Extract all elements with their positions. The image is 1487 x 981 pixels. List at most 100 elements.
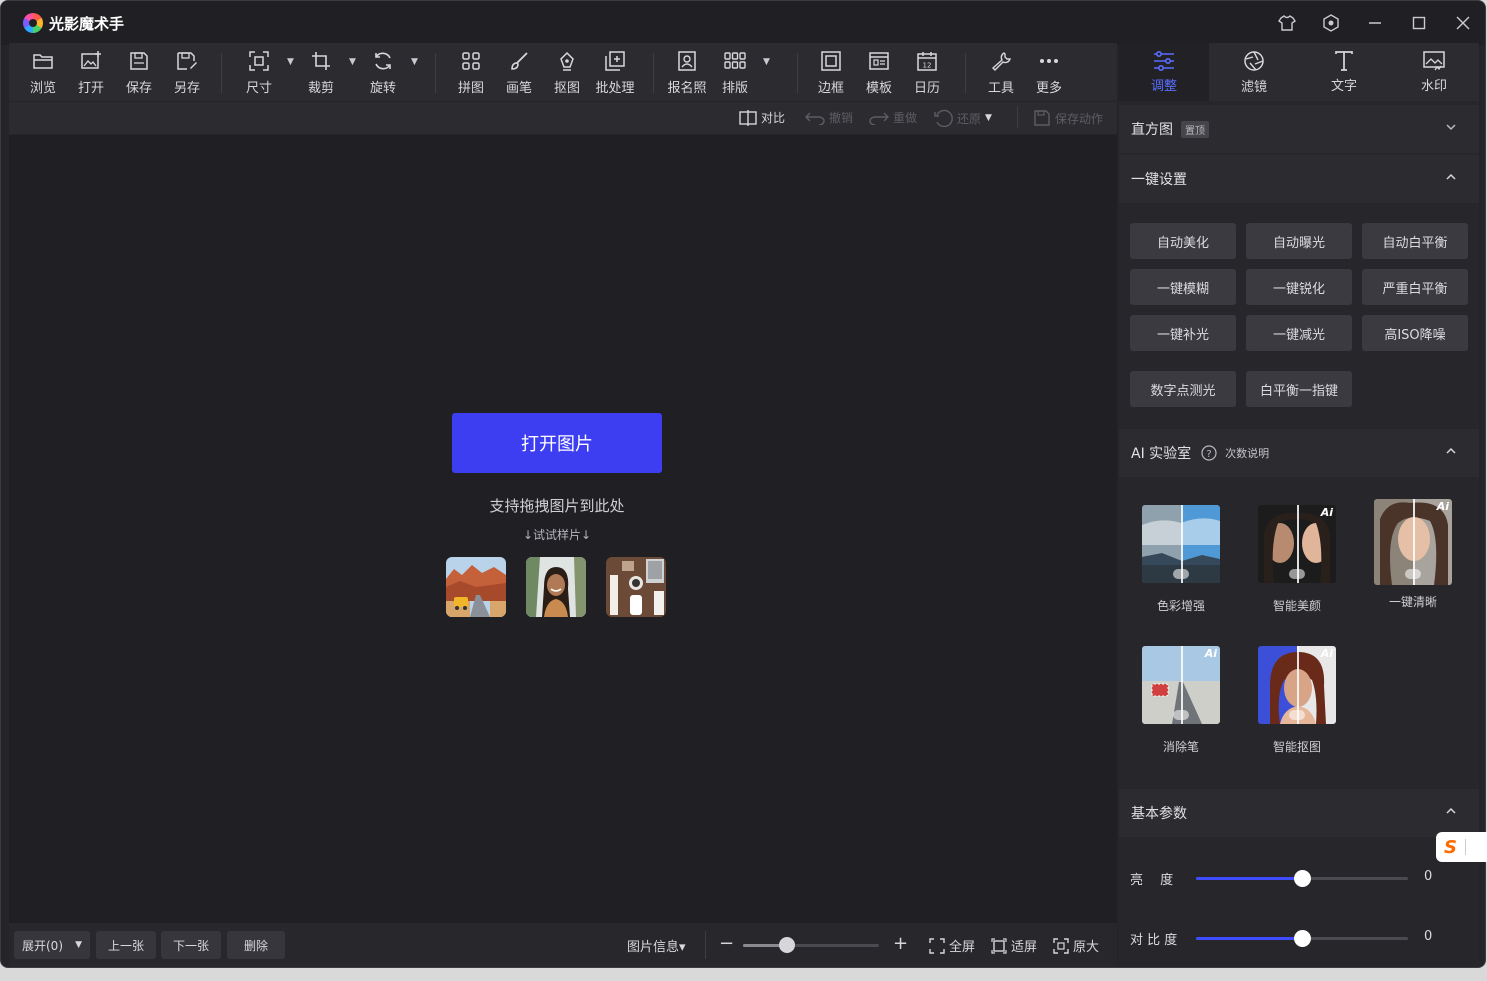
template-button[interactable]: 模板 <box>855 49 903 97</box>
zoom-slider[interactable] <box>743 937 879 953</box>
tab-watermark[interactable]: 水印 <box>1389 43 1479 101</box>
rotate-button[interactable]: 旋转 <box>359 49 407 97</box>
pen-tool-icon <box>557 49 577 73</box>
eye-icon <box>1289 710 1305 720</box>
histogram-section-header[interactable]: 直方图 置顶 <box>1119 105 1479 153</box>
toolbar-separator <box>221 53 222 93</box>
svg-text:?: ? <box>1207 449 1212 460</box>
contrast-slider-handle[interactable] <box>1294 930 1311 947</box>
brush-button[interactable]: 画笔 <box>495 49 543 97</box>
next-image-button[interactable]: 下一张 <box>161 931 221 959</box>
brightness-slider-handle[interactable] <box>1294 870 1311 887</box>
toolbar-separator <box>653 53 654 93</box>
compare-icon <box>739 109 757 126</box>
contrast-slider[interactable] <box>1196 930 1408 947</box>
tools-button[interactable]: 工具 <box>977 49 1025 97</box>
right-panel: 调整 滤镜 文字 水印 直方图 置顶 一键设置 自动美化 自动曝光 自动白平衡 … <box>1119 43 1479 967</box>
layout-dropdown-chevron-down-icon[interactable]: ▼ <box>763 57 770 67</box>
rotate-dropdown-chevron-down-icon[interactable]: ▼ <box>411 57 418 67</box>
settings-icon[interactable] <box>1309 1 1353 45</box>
reduce-light-button[interactable]: 一键减光 <box>1246 315 1352 351</box>
minimize-icon[interactable] <box>1353 1 1397 45</box>
crop-button[interactable]: 裁剪 <box>297 49 345 97</box>
tab-filter[interactable]: 滤镜 <box>1209 43 1299 101</box>
delete-button[interactable]: 删除 <box>227 931 285 959</box>
ai-smart-cutout-card[interactable]: Ai 智能抠图 <box>1252 646 1342 755</box>
high-iso-denoise-button[interactable]: 高ISO降噪 <box>1362 315 1468 351</box>
brightness-slider[interactable] <box>1196 870 1408 887</box>
ime-toolbar[interactable]: S <box>1436 832 1487 862</box>
one-click-section-header[interactable]: 一键设置 <box>1119 155 1479 203</box>
border-button[interactable]: 边框 <box>807 49 855 97</box>
zoom-in-plus-icon[interactable]: + <box>893 933 908 954</box>
fullscreen-button[interactable]: 全屏 <box>929 936 975 955</box>
spot-metering-button[interactable]: 数字点测光 <box>1130 371 1236 407</box>
contrast-value[interactable]: 0 <box>1424 929 1432 944</box>
save-action-icon <box>1034 110 1050 126</box>
usage-help-link[interactable]: 次数说明 <box>1225 445 1269 461</box>
image-info-button[interactable]: 图片信息▾ <box>627 936 686 955</box>
expand-dropdown[interactable]: 展开(0) ▼ <box>14 931 90 959</box>
one-click-blur-button[interactable]: 一键模糊 <box>1130 269 1236 305</box>
cutout-button[interactable]: 抠图 <box>543 49 591 97</box>
sample-thumbnail-desk-items[interactable] <box>606 557 666 617</box>
calendar-button[interactable]: 12 日历 <box>903 49 951 97</box>
collage-button[interactable]: 拼图 <box>447 49 495 97</box>
one-click-sharpen-button[interactable]: 一键锐化 <box>1246 269 1352 305</box>
save-action-button[interactable]: 保存动作 <box>1033 109 1103 127</box>
brightness-value[interactable]: 0 <box>1424 869 1432 884</box>
original-size-button[interactable]: 原大 <box>1053 936 1099 955</box>
ai-one-click-clarity-card[interactable]: Ai 一键清晰 <box>1368 499 1458 610</box>
restore-chevron-down-icon[interactable]: ▼ <box>985 113 992 123</box>
tab-text[interactable]: 文字 <box>1299 43 1389 101</box>
ai-color-enhance-card[interactable]: 色彩增强 <box>1136 505 1226 614</box>
pin-top-badge[interactable]: 置顶 <box>1181 120 1209 138</box>
save-button[interactable]: 保存 <box>115 49 163 97</box>
prev-image-button[interactable]: 上一张 <box>96 931 156 959</box>
border-frame-icon <box>821 49 841 73</box>
zoom-out-minus-icon[interactable]: − <box>719 933 734 954</box>
id-photo-icon <box>677 49 697 73</box>
ai-smart-beauty-card[interactable]: Ai 智能美颜 <box>1252 505 1342 614</box>
undo-button[interactable]: 撤销 <box>805 109 853 126</box>
auto-white-balance-button[interactable]: 自动白平衡 <box>1362 223 1468 259</box>
browse-button[interactable]: 浏览 <box>19 49 67 97</box>
basic-params-section-header[interactable]: 基本参数 <box>1119 789 1479 837</box>
compare-button[interactable]: 对比 <box>739 109 785 126</box>
calendar-label: 日历 <box>913 81 940 96</box>
eye-icon <box>1173 569 1189 579</box>
tools-label: 工具 <box>987 81 1014 96</box>
auto-exposure-button[interactable]: 自动曝光 <box>1246 223 1352 259</box>
sample-thumbnail-portrait[interactable] <box>526 557 586 617</box>
size-button[interactable]: 尺寸 <box>235 49 283 97</box>
zoom-slider-handle[interactable] <box>779 937 795 953</box>
open-image-button[interactable]: 打开图片 <box>452 413 662 473</box>
sample-thumbnail-desert-road[interactable] <box>446 557 506 617</box>
image-canvas[interactable]: 打开图片 支持拖拽图片到此处 ↓试试样片↓ <box>9 135 1117 923</box>
batch-button[interactable]: 批处理 <box>591 49 639 97</box>
white-balance-picker-button[interactable]: 白平衡一指键 <box>1246 371 1352 407</box>
skin-shirt-icon[interactable] <box>1265 1 1309 45</box>
redo-button[interactable]: 重做 <box>869 109 917 126</box>
open-button[interactable]: 打开 <box>67 49 115 97</box>
basic-params-title: 基本参数 <box>1131 806 1187 822</box>
size-dropdown-chevron-down-icon[interactable]: ▼ <box>287 57 294 67</box>
fill-light-button[interactable]: 一键补光 <box>1130 315 1236 351</box>
crop-dropdown-chevron-down-icon[interactable]: ▼ <box>349 57 356 67</box>
clarity-preview: Ai <box>1374 499 1452 585</box>
ai-lab-section-header[interactable]: AI 实验室 ? 次数说明 <box>1119 429 1479 477</box>
close-icon[interactable] <box>1441 1 1485 45</box>
app-logo-icon <box>23 13 43 33</box>
maximize-icon[interactable] <box>1397 1 1441 45</box>
severe-white-balance-button[interactable]: 严重白平衡 <box>1362 269 1468 305</box>
restore-button[interactable]: 还原 ▼ <box>933 109 992 127</box>
auto-enhance-button[interactable]: 自动美化 <box>1130 223 1236 259</box>
id-photo-button[interactable]: 报名照 <box>663 49 711 97</box>
save-as-button[interactable]: 另存 <box>163 49 211 97</box>
tab-filter-label: 滤镜 <box>1240 79 1267 95</box>
more-button[interactable]: 更多 <box>1025 49 1073 97</box>
ai-eraser-card[interactable]: Ai 消除笔 <box>1136 646 1226 755</box>
layout-button[interactable]: 排版 <box>711 49 759 97</box>
fit-screen-button[interactable]: 适屏 <box>991 936 1037 955</box>
tab-adjust[interactable]: 调整 <box>1119 43 1209 101</box>
